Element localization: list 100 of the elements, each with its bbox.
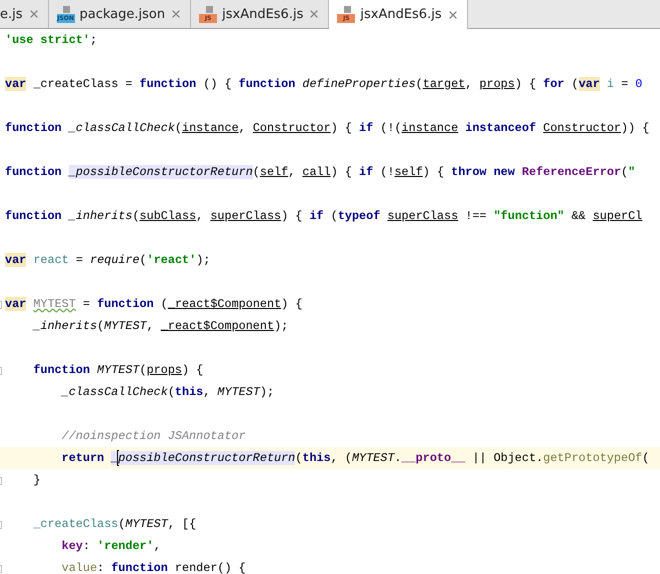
file-tab[interactable]: e.js bbox=[0, 0, 49, 28]
code-token: } bbox=[33, 473, 40, 487]
code-token: function bbox=[140, 77, 196, 91]
code-token: MYTEST bbox=[97, 363, 140, 377]
code-token: ( bbox=[252, 165, 260, 179]
close-icon[interactable] bbox=[308, 8, 320, 20]
code-token: _inherits bbox=[68, 209, 132, 223]
code-token: instanceof bbox=[465, 121, 536, 135]
code-token: ) { bbox=[422, 165, 444, 179]
code-token: getPrototypeOf bbox=[543, 451, 642, 465]
code-token: , bbox=[168, 517, 175, 531]
code-token: !== bbox=[465, 209, 486, 223]
code-token: superClass bbox=[210, 209, 282, 223]
code-token: function bbox=[33, 363, 90, 377]
code-token: 'react' bbox=[146, 253, 196, 267]
code-token: props bbox=[479, 77, 515, 91]
code-token: : bbox=[82, 539, 90, 553]
code-token: ( bbox=[642, 451, 650, 465]
code-token: instance bbox=[182, 121, 239, 135]
code-token: ( bbox=[168, 385, 175, 399]
code-token: defineProperties bbox=[302, 77, 416, 91]
code-token: Object bbox=[494, 451, 536, 465]
code-token: function bbox=[5, 165, 62, 179]
code-token: value bbox=[62, 561, 98, 574]
code-token: () { bbox=[203, 77, 232, 91]
code-token: || bbox=[472, 451, 486, 465]
close-icon[interactable] bbox=[446, 8, 459, 20]
code-token: ) { bbox=[330, 165, 352, 179]
close-icon[interactable] bbox=[28, 8, 40, 20]
code-token: return bbox=[62, 451, 104, 465]
code-token: "function" bbox=[494, 209, 564, 223]
code-token: _createClass = bbox=[33, 77, 132, 91]
code-token: key bbox=[62, 539, 83, 553]
code-token: ( bbox=[330, 209, 338, 223]
close-icon[interactable] bbox=[170, 8, 182, 20]
code-token: function bbox=[97, 297, 154, 311]
code-token: ) { bbox=[281, 297, 302, 311]
code-token: ( bbox=[295, 451, 302, 465]
code-token: instance bbox=[402, 121, 458, 135]
code-token: self bbox=[394, 165, 423, 179]
code-token: typeof bbox=[338, 209, 380, 223]
code-token: self bbox=[260, 165, 288, 179]
code-token: ); bbox=[196, 253, 210, 267]
code-token: if bbox=[359, 165, 374, 179]
code-token: subClass bbox=[140, 209, 196, 223]
code-token: ) { bbox=[182, 363, 204, 377]
code-token: if bbox=[309, 209, 324, 223]
code-token: if bbox=[359, 121, 374, 135]
code-token: : bbox=[97, 561, 104, 574]
code-token: function bbox=[5, 209, 62, 223]
code-token: , bbox=[146, 319, 154, 333]
code-token: i bbox=[606, 77, 614, 91]
code-token: superClass bbox=[387, 209, 458, 223]
code-token: 'use strict' bbox=[5, 33, 90, 47]
code-token: //noinspection JSAnnotator bbox=[62, 429, 246, 443]
code-token: MYTEST bbox=[217, 385, 260, 399]
code-token: ( bbox=[571, 77, 579, 91]
code-token: var bbox=[578, 77, 600, 91]
code-token: ( bbox=[140, 253, 147, 267]
code-token: )) { bbox=[621, 121, 650, 135]
code-token: var bbox=[5, 297, 26, 311]
code-token: var bbox=[5, 253, 26, 267]
code-token: react bbox=[33, 253, 69, 267]
code-token: MYTEST bbox=[33, 297, 76, 311]
code-token: _inherits bbox=[33, 319, 98, 333]
code-token: possibleConstructorReturn bbox=[118, 451, 296, 465]
code-token: ) { bbox=[281, 209, 302, 223]
code-token: (!( bbox=[380, 121, 402, 135]
code-token: require bbox=[90, 253, 140, 267]
code-token: . bbox=[536, 451, 544, 465]
code-token: ) { bbox=[330, 121, 352, 135]
code-token: ( bbox=[160, 297, 168, 311]
code-token: ( bbox=[174, 121, 182, 135]
code-token: this bbox=[302, 451, 331, 465]
code-token: MYTEST bbox=[104, 319, 147, 333]
code-token: ( bbox=[132, 209, 140, 223]
code-token: ; bbox=[90, 33, 98, 47]
code-token: (! bbox=[380, 165, 394, 179]
code-token: _react$Component bbox=[160, 319, 274, 333]
code-token: ( bbox=[140, 363, 147, 377]
code-token: 0 bbox=[635, 77, 642, 91]
code-token: Constructor bbox=[543, 121, 621, 135]
code-token: props bbox=[146, 363, 182, 377]
code-token: _react$Component bbox=[168, 297, 282, 311]
code-token: && bbox=[571, 209, 586, 223]
code-token: , bbox=[154, 539, 161, 553]
code-token: _classCallCheck bbox=[62, 385, 168, 399]
code-token: , bbox=[203, 385, 210, 399]
code-token: = bbox=[621, 77, 628, 91]
code-token: _createClass bbox=[33, 517, 118, 531]
code-token: Constructor bbox=[252, 121, 331, 135]
code-token: function bbox=[111, 561, 168, 574]
code-token: = bbox=[82, 297, 90, 311]
code-token: , bbox=[238, 121, 246, 135]
code-token: render() { bbox=[174, 561, 246, 574]
code-token: throw bbox=[451, 165, 487, 179]
code-token: new bbox=[494, 165, 515, 179]
code-token: ( bbox=[621, 165, 628, 179]
code-token: = bbox=[76, 253, 83, 267]
code-token: , ( bbox=[330, 451, 352, 465]
